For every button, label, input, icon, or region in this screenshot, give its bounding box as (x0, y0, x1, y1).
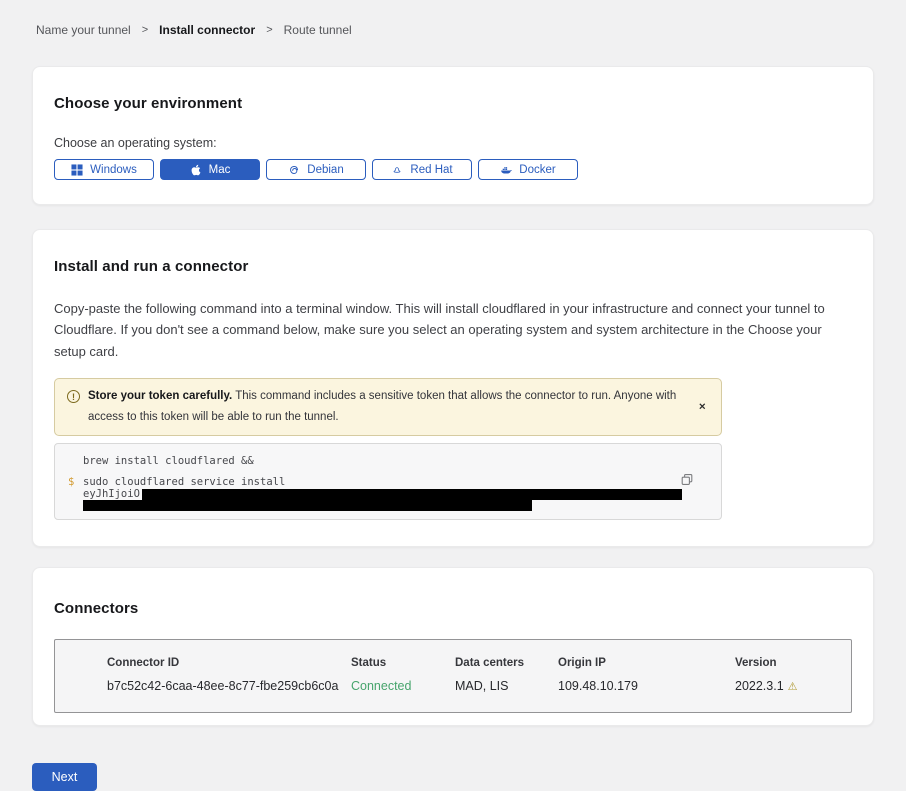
os-select-label: Choose an operating system: (54, 136, 852, 150)
connectors-title: Connectors (54, 600, 852, 617)
os-button-label: Mac (209, 164, 231, 176)
os-button-group: Windows Mac Debian Red Hat (54, 159, 852, 180)
token-prefix: eyJhIjoiO (83, 488, 140, 500)
breadcrumb-separator: > (266, 24, 272, 36)
data-centers-cell: MAD, LIS (455, 679, 558, 693)
token-warning-banner: ! Store your token carefully. This comma… (54, 378, 722, 435)
token-warning-text: Store your token carefully. This command… (88, 386, 681, 427)
breadcrumb-separator: > (142, 24, 148, 36)
column-header-origin-ip: Origin IP (558, 657, 735, 669)
install-connector-description: Copy-paste the following command into a … (54, 298, 852, 362)
os-button-redhat[interactable]: Red Hat (372, 159, 472, 180)
code-line-brew-install: brew install cloudflared && (55, 455, 721, 467)
choose-environment-card: Choose your environment Choose an operat… (32, 66, 874, 205)
install-command-code-block: brew install cloudflared && $sudo cloudf… (54, 443, 722, 520)
origin-ip-cell: 109.48.10.179 (558, 679, 735, 693)
os-button-label: Docker (519, 164, 555, 176)
apple-icon (190, 164, 202, 176)
os-button-label: Windows (90, 164, 137, 176)
os-button-docker[interactable]: Docker (478, 159, 578, 180)
windows-logo-icon (71, 164, 83, 176)
code-line-service-install: $sudo cloudflared service install (55, 476, 721, 488)
redhat-icon (391, 164, 403, 176)
breadcrumb: Name your tunnel > Install connector > R… (36, 0, 874, 37)
redacted-token-bar (142, 489, 682, 500)
breadcrumb-step-route-tunnel: Route tunnel (284, 23, 352, 37)
version-warning-icon: ⚠ (788, 680, 798, 693)
version-cell: 2022.3.1⚠ (735, 679, 841, 693)
connectors-card: Connectors Connector ID Status Data cent… (32, 567, 874, 726)
connector-id-cell: b7c52c42-6caa-48ee-8c77-fbe259cb6c0a (107, 679, 351, 693)
status-badge: Connected (351, 679, 455, 693)
os-button-debian[interactable]: Debian (266, 159, 366, 180)
os-button-label: Red Hat (410, 164, 452, 176)
install-connector-title: Install and run a connector (54, 258, 852, 275)
os-button-mac[interactable]: Mac (160, 159, 260, 180)
copy-icon (680, 473, 694, 487)
shell-prompt: $ (68, 476, 74, 488)
column-header-status: Status (351, 657, 455, 669)
tunnel-setup-page: Name your tunnel > Install connector > R… (0, 0, 906, 740)
token-warning-title: Store your token carefully. (88, 390, 232, 402)
debian-swirl-icon (288, 164, 300, 176)
install-connector-card: Install and run a connector Copy-paste t… (32, 229, 874, 547)
code-line-token: eyJhIjoiO (55, 488, 721, 500)
os-button-windows[interactable]: Windows (54, 159, 154, 180)
choose-environment-title: Choose your environment (54, 95, 852, 112)
os-button-label: Debian (307, 164, 343, 176)
column-header-version: Version (735, 657, 841, 669)
redacted-token-bar (83, 500, 532, 511)
column-header-connector-id: Connector ID (107, 657, 351, 669)
breadcrumb-step-name-your-tunnel[interactable]: Name your tunnel (36, 23, 131, 37)
breadcrumb-step-install-connector[interactable]: Install connector (159, 23, 255, 37)
close-icon[interactable]: ✕ (698, 402, 706, 413)
next-button[interactable]: Next (32, 763, 97, 791)
docker-whale-icon (500, 164, 512, 176)
connectors-table: Connector ID Status Data centers Origin … (54, 639, 852, 713)
copy-command-button[interactable] (680, 473, 694, 487)
column-header-data-centers: Data centers (455, 657, 558, 669)
alert-circle-icon: ! (67, 390, 80, 403)
